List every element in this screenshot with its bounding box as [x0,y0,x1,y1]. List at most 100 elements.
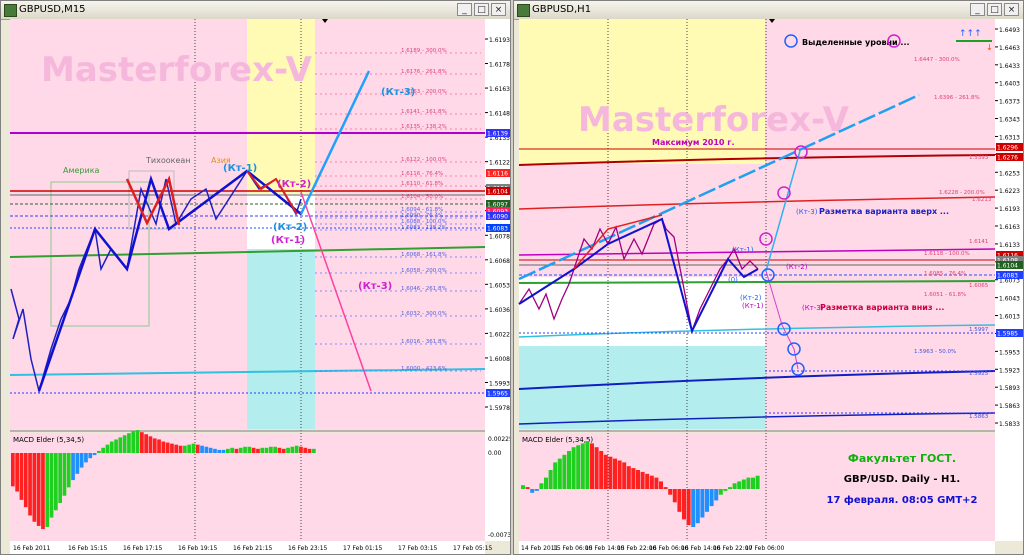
up-variant-label: Разметка варианта вверх ... [819,207,949,216]
price-tick-label: 1.6163 [999,224,1020,231]
chart-window-m15[interactable]: GBPUSD,M15 _ □ × Masterforex-V 1.6189 - … [0,0,511,555]
window-titlebar[interactable]: GBPUSD,M15 _ □ × [1,1,510,20]
price-tag-label: 1.6296 [997,145,1018,152]
level-label: 1.6065 [969,283,989,289]
wave-label: (Кт-3) [796,208,818,216]
alert-arrows-icon[interactable]: ↑↑↑ [959,29,982,39]
macd-bar [640,471,645,489]
macd-bar [243,446,247,453]
macd-bar [15,453,19,492]
price-tick-label: 1.6036 [489,307,510,314]
price-tick-label: 1.6373 [999,99,1020,106]
level-label: 1.6118 - 100.0% [924,251,970,257]
level-label: 1.6085 - 76.4% [924,271,966,277]
macd-bar [230,447,234,453]
wave-label: (Кт-2) [273,222,307,233]
macd-bar [751,477,755,489]
minimize-button[interactable]: _ [970,3,985,16]
macd-tick-label: -0.00735 [488,532,510,539]
macd-bar [36,453,41,526]
macd-bar [290,446,295,453]
price-tag-label: 1.6083 [487,226,508,233]
macd-bar [695,489,700,524]
macd-bar [571,447,576,489]
macd-bar [58,453,62,503]
price-tick-label: 1.6133 [999,242,1020,249]
target-zone [247,249,315,429]
window-titlebar[interactable]: GBPUSD,H1 _ □ × [514,1,1023,20]
macd-bar [613,458,617,489]
fib-level-label: 1.6141 - 161.8% [401,109,447,115]
h1-chart-canvas[interactable]: Masterforex-V Выделенные уровни ... ↑↑↑ … [514,19,1023,554]
macd-bar [654,477,659,489]
macd-bar [672,489,677,503]
price-tick-label: 1.6313 [999,134,1020,141]
down-variant-label: Разметка варианта вниз ... [820,303,944,312]
close-button[interactable]: × [1004,3,1019,16]
macd-bar [135,430,140,453]
window-title: GBPUSD,M15 [19,4,86,15]
macd-bar [84,453,88,463]
macd-bar [226,448,230,453]
macd-bar [256,448,260,453]
macd-bar [562,454,567,489]
alert-arrow-down-icon: ↓ [986,43,993,52]
fib-level-label: 1.6083 - 138.2% [401,225,447,231]
macd-bar [732,483,737,489]
macd-bar [622,462,627,489]
level-label: 1.5863 [969,414,989,420]
macd-bar [659,481,663,489]
price-tick-label: 1.5893 [999,385,1020,392]
macd-bar [122,435,127,453]
macd-bar [277,447,282,453]
window-title: GBPUSD,H1 [532,4,592,15]
macd-bar [700,489,705,518]
macd-bar [294,445,299,453]
level-label: 1.6213 [972,197,992,203]
macd-bar [645,473,650,489]
chart-window-h1[interactable]: GBPUSD,H1 _ □ × Masterforex-V Выделенные… [513,0,1024,555]
wave-label: (Кт-1) [732,246,754,254]
close-button[interactable]: × [491,3,506,16]
macd-bar [691,489,696,527]
m15-chart-canvas[interactable]: Masterforex-V 1.6189 - 300.0% 1.6176 - 26… [1,19,510,554]
macd-bar [567,451,571,489]
macd-bar [187,444,191,453]
macd-bar [49,453,54,518]
fib-level-label: 1.6016 - 361.8% [401,339,447,345]
macd-bar [269,446,273,453]
price-tick-label: 1.6493 [999,27,1020,34]
macd-bar [114,439,118,453]
maximize-button[interactable]: □ [474,3,489,16]
minimize-button[interactable]: _ [457,3,472,16]
macd-bar [273,446,277,453]
price-tick-label: 1.5833 [999,421,1020,428]
time-label: 17 Feb 05:15 [453,545,493,552]
macd-bar [631,468,636,489]
macd-bar [649,475,654,489]
macd-bar [191,443,196,453]
price-tag-label: 1.5985 [997,331,1018,338]
macd-bar [281,448,286,453]
macd-bar [105,444,110,453]
price-tick-label: 1.6343 [999,117,1020,124]
macd-bar [62,453,67,496]
time-label: 16 Feb 19:15 [178,545,218,552]
level-label: 1.5997 [969,327,989,333]
price-tick-label: 1.6433 [999,63,1020,70]
wave-label: (Кт-2) [786,263,808,271]
macd-bar [213,448,217,453]
price-axis-ticks: 1.6493 1.6463 1.6433 1.6403 1.6373 1.6343 1.63… [995,27,1020,428]
level-label: 1.5925 [969,371,989,377]
price-axis[interactable] [485,19,510,541]
session-label: Америка [63,166,100,175]
maximize-button[interactable]: □ [987,3,1002,16]
wave-label: (Кт-1) [271,235,305,246]
price-tag-label: 1.6104 [487,189,508,196]
price-tick-label: 1.6178 [489,62,510,69]
wave-label: (Кт-2) [740,294,762,302]
wave-label: (Кт-1) [742,302,764,310]
macd-bar [677,489,682,512]
macd-bar [539,483,544,489]
macd-bar [576,445,581,489]
